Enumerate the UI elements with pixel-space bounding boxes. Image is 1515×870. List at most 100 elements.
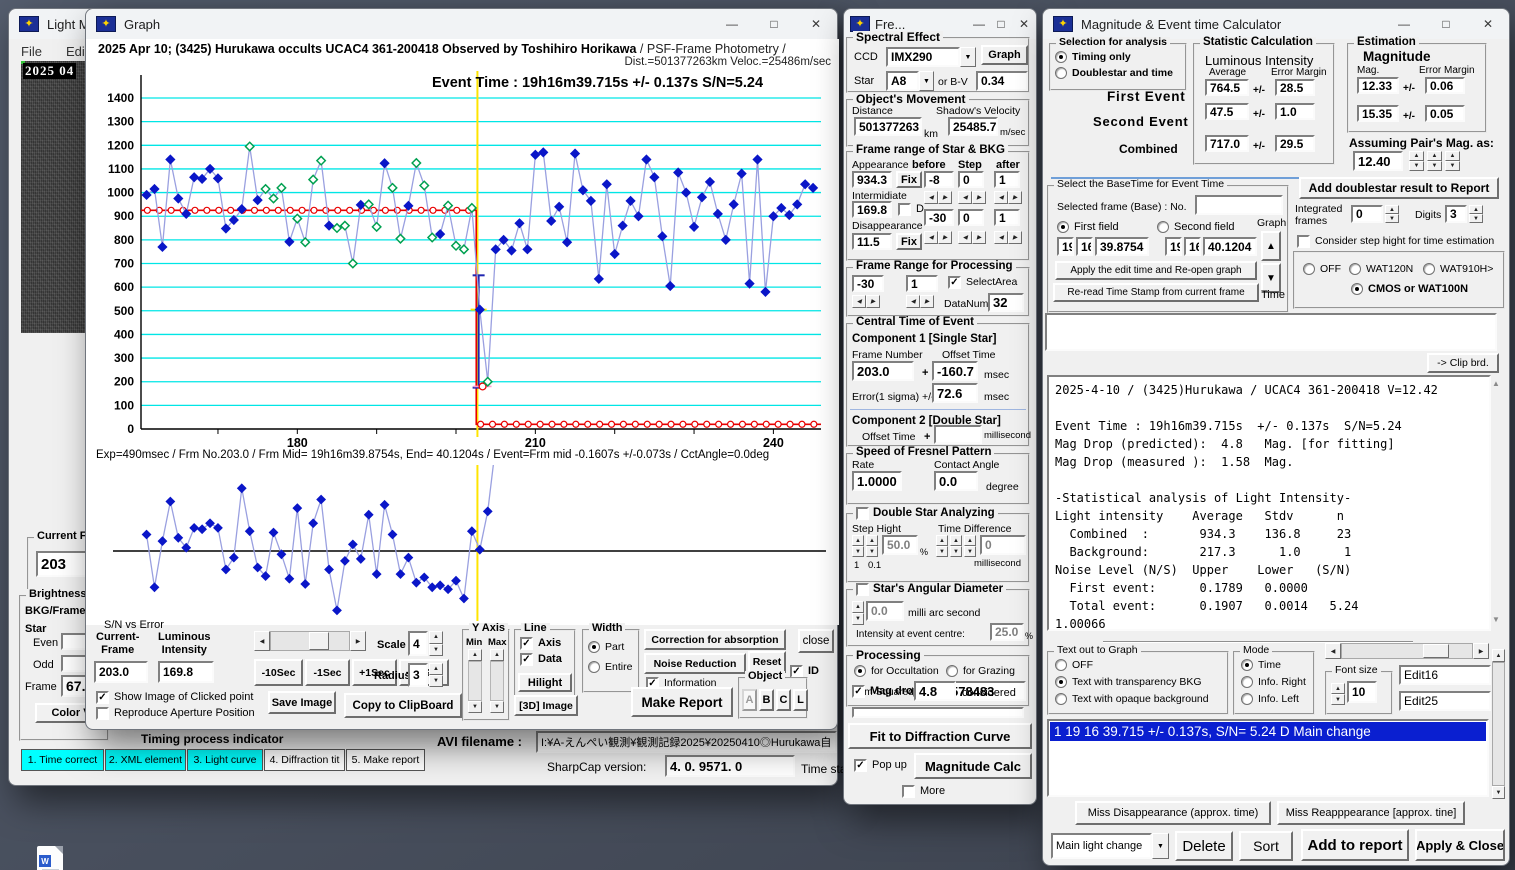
textout-transparent-radio[interactable] <box>1055 676 1067 689</box>
angular-diameter-checkbox[interactable] <box>856 583 869 596</box>
intermidiate-field[interactable]: 169.8 <box>852 201 892 218</box>
more-checkbox[interactable] <box>902 785 915 798</box>
maximize-icon[interactable]: □ <box>990 10 1012 39</box>
noise-reduction-button[interactable]: Noise Reduction <box>644 653 746 674</box>
range-end-field[interactable]: 1 <box>906 275 938 292</box>
off-radio[interactable] <box>1303 263 1315 276</box>
list-scrollbar[interactable] <box>1492 649 1505 799</box>
angular-spinner[interactable] <box>852 601 864 625</box>
scale-field[interactable]: 4 <box>408 631 428 656</box>
video-frame-image[interactable]: 2025 04 <box>21 61 87 333</box>
close-icon[interactable]: ✕ <box>1467 10 1509 39</box>
selectarea-checkbox[interactable] <box>948 276 961 289</box>
assuming-spinner-1[interactable] <box>1409 151 1424 171</box>
step-end-field[interactable]: 0 <box>958 209 984 226</box>
apply-close-button[interactable]: Apply & Close <box>1415 829 1505 861</box>
sort-button[interactable]: Sort <box>1239 831 1293 861</box>
frame-scrollbar[interactable] <box>254 631 366 651</box>
time2-min-field[interactable]: 16 <box>1184 237 1201 256</box>
scroll-left-icon[interactable] <box>1325 643 1341 659</box>
time-diff-spinner2[interactable] <box>950 535 962 557</box>
avi-filename-field[interactable]: I:¥A-えんぺい観測¥観測記録2025¥20250410◎Hurukawa自 <box>536 731 837 753</box>
selected-frame-field[interactable] <box>1195 195 1283 215</box>
fix-disappearance-button[interactable]: Fix <box>896 233 922 250</box>
measured-mag-field[interactable]: 15.35 <box>1357 105 1399 122</box>
after-spinner[interactable] <box>994 191 1022 204</box>
menu-file[interactable]: File <box>21 44 42 59</box>
radius-field[interactable]: 3 <box>408 663 428 687</box>
add-doublestar-button[interactable]: Add doublestar result to Report <box>1299 177 1499 199</box>
range-end-spinner[interactable] <box>906 295 934 308</box>
scrollbar-thumb[interactable] <box>1422 644 1449 658</box>
range-start-spinner[interactable] <box>852 295 880 308</box>
time2-sec-field[interactable]: 40.1204 <box>1203 237 1257 256</box>
after-end-spinner[interactable] <box>994 231 1022 244</box>
step-start-field[interactable]: 0 <box>958 171 984 188</box>
step-diffraction[interactable]: 4. Diffraction tit <box>264 749 345 771</box>
datanum-field[interactable]: 32 <box>988 293 1024 312</box>
minimize-icon[interactable]: — <box>1383 10 1425 39</box>
light-change-dropdown[interactable]: Main light change <box>1051 833 1169 859</box>
cmos-wat100n-radio[interactable] <box>1351 283 1363 296</box>
scroll-down-icon[interactable] <box>1492 786 1505 799</box>
part-radio[interactable] <box>588 641 600 654</box>
fix-appearance-button[interactable]: Fix <box>896 171 922 188</box>
report-scroll-up-icon[interactable]: ▲ <box>1492 379 1500 388</box>
ymin-scrollbar[interactable] <box>468 649 482 713</box>
assuming-spinner-3[interactable] <box>1445 151 1460 171</box>
second-event-error-field[interactable]: 1.0 <box>1275 103 1315 120</box>
minus-1sec-button[interactable]: -1Sec <box>305 659 350 686</box>
intensity-centre-field[interactable]: 25.0 <box>990 623 1024 641</box>
mode-time-radio[interactable] <box>1241 659 1253 672</box>
step-xml-element[interactable]: 2. XML element <box>105 749 186 771</box>
show-image-checkbox[interactable] <box>96 691 109 704</box>
current-frame-field[interactable]: 203.0 <box>94 661 148 683</box>
mag-drop-checkbox[interactable] <box>852 685 865 698</box>
star-type-dropdown[interactable]: A8 <box>886 71 934 91</box>
radius-spinner[interactable] <box>429 663 443 687</box>
fit-diffraction-button[interactable]: Fit to Diffraction Curve <box>848 723 1032 749</box>
double-star-checkbox[interactable] <box>856 507 869 520</box>
for-grazing-radio[interactable] <box>946 665 958 678</box>
edit25-field[interactable]: Edit25 <box>1399 691 1491 711</box>
consider-step-checkbox[interactable] <box>1297 235 1310 248</box>
maximize-icon[interactable]: □ <box>1425 10 1467 39</box>
spectral-graph-button[interactable]: Graph <box>981 45 1028 65</box>
appearance-field[interactable]: 934.3 <box>852 171 892 188</box>
calculator-titlebar[interactable]: ✦ Magnitude & Event time Calculator — □ … <box>1043 9 1509 39</box>
offset-time-field[interactable]: -160.7 <box>932 361 978 381</box>
close-icon[interactable]: ✕ <box>795 10 837 39</box>
first-event-error-field[interactable]: 28.5 <box>1275 79 1315 96</box>
combined-average-field[interactable]: 717.0 <box>1205 135 1249 152</box>
after-start-field[interactable]: 1 <box>994 171 1020 188</box>
integrated-frames-spinner[interactable] <box>1385 205 1399 223</box>
reread-timestamp-button[interactable]: Re-read Time Stamp from current frame <box>1053 283 1259 302</box>
miss-disappearance-button[interactable]: Miss Disappearance (approx. time) <box>1075 801 1271 825</box>
disappearance-field[interactable]: 11.5 <box>852 233 892 250</box>
step-hight-field[interactable]: 50.0 <box>882 535 918 555</box>
ccd-dropdown[interactable]: IMX290 <box>886 47 976 67</box>
time1-hour-field[interactable]: 19 <box>1057 237 1074 256</box>
sharpcap-version-field[interactable]: 4. 0. 9571. 0 <box>665 755 795 777</box>
delete-button[interactable]: Delete <box>1175 831 1233 861</box>
light-curve-chart[interactable]: 0 100 200 300 400 500 600 700 800 900 1000 1100 1200… <box>86 71 839 447</box>
before-end-field[interactable]: -30 <box>924 209 954 226</box>
popup-checkbox[interactable] <box>854 759 867 772</box>
clipboard-button[interactable]: -> Clip brd. <box>1427 353 1499 373</box>
graph-up-button[interactable]: ▲ <box>1261 231 1281 261</box>
reproduce-aperture-checkbox[interactable] <box>96 707 109 720</box>
text-position-scrollbar[interactable] <box>1325 643 1489 659</box>
scrollbar-thumb[interactable] <box>309 632 329 650</box>
font-size-spinner[interactable] <box>1331 683 1345 705</box>
report-text-area[interactable]: 2025-4-10 / (3425)Hurukawa / UCAC4 361-2… <box>1047 375 1491 631</box>
object-b-button[interactable]: B <box>759 689 774 711</box>
correction-absorption-button[interactable]: Correction for absorption <box>644 629 786 650</box>
ymax-scrollbar[interactable] <box>490 649 504 713</box>
graph-titlebar[interactable]: ✦ Graph — □ ✕ <box>86 9 837 39</box>
before-start-field[interactable]: -8 <box>924 171 954 188</box>
scroll-right-icon[interactable] <box>1473 643 1489 659</box>
step-end-spinner[interactable] <box>958 231 986 244</box>
bv-field[interactable]: 0.34 <box>976 71 1028 91</box>
distance-field[interactable]: 501377263 <box>854 117 922 136</box>
word-document-icon[interactable]: W <box>37 846 63 870</box>
